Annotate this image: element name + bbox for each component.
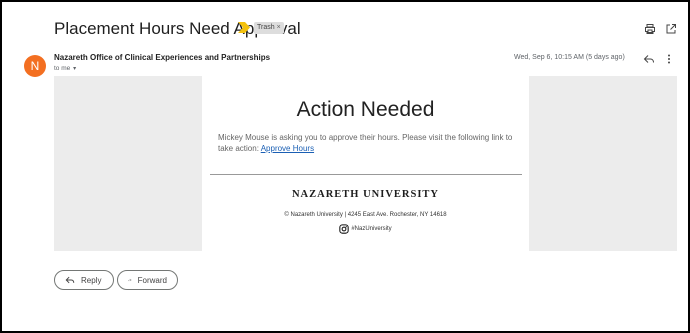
approve-hours-link[interactable]: Approve Hours <box>261 144 314 153</box>
label-text: Trash <box>257 24 275 31</box>
body-message: Mickey Mouse is asking you to approve th… <box>218 132 518 154</box>
sender-avatar[interactable]: N <box>24 55 46 77</box>
social-link[interactable]: #NazUniversity <box>202 224 529 234</box>
forward-button[interactable]: Forward <box>117 270 178 290</box>
forward-icon <box>128 278 132 282</box>
divider <box>210 174 522 175</box>
open-in-new-window-icon[interactable] <box>665 23 677 35</box>
right-image-placeholder <box>529 76 677 251</box>
chevron-down-icon[interactable]: ▾ <box>73 66 76 72</box>
important-marker-icon[interactable] <box>238 22 250 33</box>
forward-button-label: Forward <box>137 275 167 285</box>
reply-button[interactable]: Reply <box>54 270 114 290</box>
reply-arrow-icon <box>65 276 75 284</box>
printer-icon[interactable] <box>644 23 656 35</box>
left-image-placeholder <box>54 76 202 251</box>
trash-label-chip[interactable]: Trash × <box>254 22 284 34</box>
subject-header: Placement Hours Need Approval Trash × <box>2 2 688 48</box>
recipient-text: to me <box>54 65 71 72</box>
recipient-details[interactable]: to me ▾ <box>54 65 76 72</box>
social-handle: #NazUniversity <box>351 226 392 232</box>
remove-label-icon[interactable]: × <box>277 24 281 31</box>
sender-name[interactable]: Nazareth Office of Clinical Experiences … <box>54 53 270 62</box>
email-body: Action Needed Mickey Mouse is asking you… <box>202 76 529 251</box>
instagram-icon[interactable] <box>339 224 349 234</box>
email-date: Wed, Sep 6, 10:15 AM (5 days ago) <box>514 54 625 61</box>
university-logo-text: NAZARETH UNIVERSITY <box>291 189 440 200</box>
footer-address: © Nazareth University | 4245 East Ave. R… <box>284 212 447 218</box>
more-vertical-icon[interactable] <box>666 53 672 65</box>
email-view: Placement Hours Need Approval Trash × N N… <box>2 2 688 331</box>
reply-button-label: Reply <box>81 275 102 285</box>
reply-icon[interactable] <box>643 53 655 65</box>
body-headline: Action Needed <box>296 98 435 121</box>
